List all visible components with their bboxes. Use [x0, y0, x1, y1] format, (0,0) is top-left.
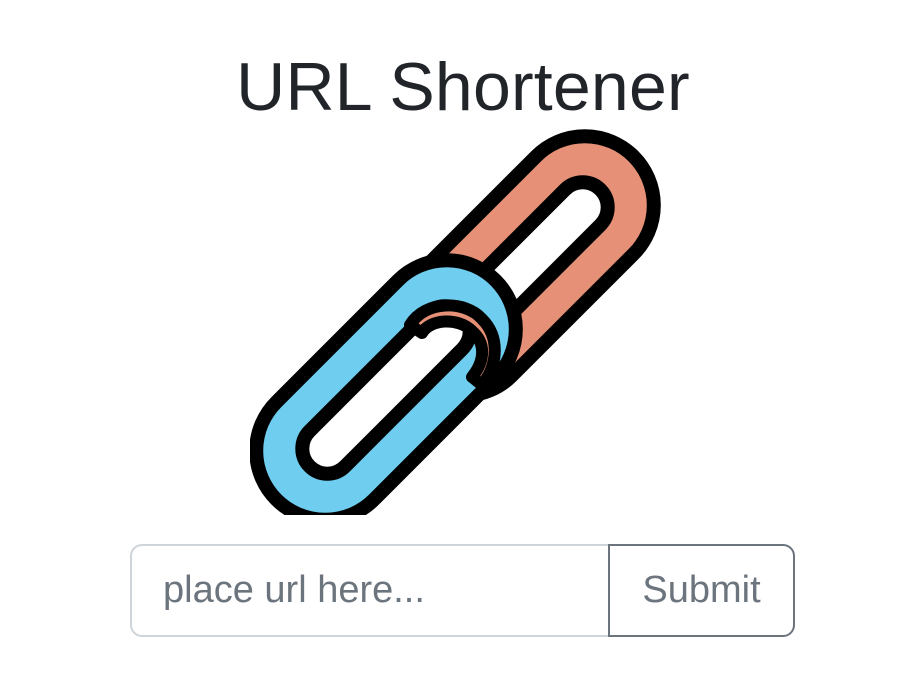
chain-link-icon	[250, 129, 661, 515]
url-form: Submit	[130, 544, 795, 637]
url-input[interactable]	[130, 544, 608, 637]
submit-button[interactable]: Submit	[608, 544, 795, 637]
